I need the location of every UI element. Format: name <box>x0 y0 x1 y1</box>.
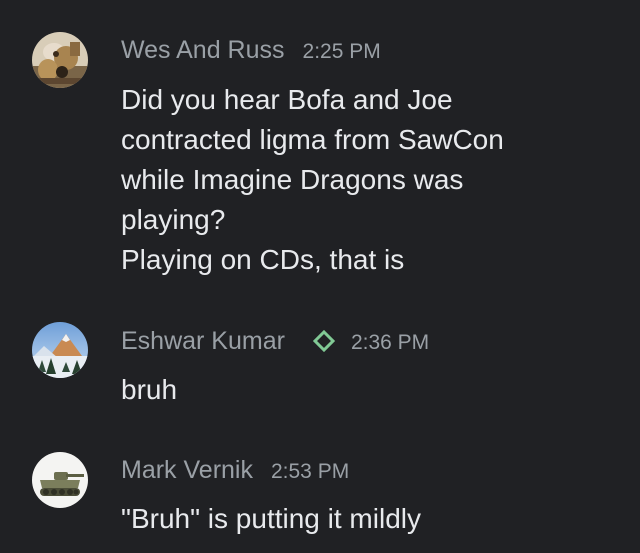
message-text: Did you hear Bofa and Joe contracted lig… <box>121 80 621 280</box>
avatar-image <box>32 32 88 88</box>
message-text: bruh <box>121 370 621 410</box>
message-text: "Bruh" is putting it mildly <box>121 499 621 539</box>
message-line: Playing on CDs, that is <box>121 244 405 275</box>
diamond-outline-icon <box>312 329 336 353</box>
message-line: bruh <box>121 374 178 405</box>
message-line: while Imagine Dragons was <box>121 164 464 195</box>
avatar[interactable] <box>32 452 88 508</box>
timestamp: 2:53 PM <box>270 460 350 483</box>
avatar[interactable] <box>32 322 88 378</box>
message-line: playing? <box>121 204 226 235</box>
sender-name[interactable]: Eshwar Kumar <box>121 327 285 356</box>
avatar-image <box>32 452 88 508</box>
timestamp: 2:25 PM <box>302 40 381 63</box>
sender-name[interactable]: Mark Vernik <box>121 456 253 485</box>
message-line: contracted ligma from SawCon <box>121 124 504 155</box>
message-header: Eshwar Kumar 2:36 PM <box>121 327 429 356</box>
message-line: "Bruh" is putting it mildly <box>121 503 421 534</box>
message-header: Mark Vernik 2:53 PM <box>121 456 349 485</box>
sender-name[interactable]: Wes And Russ <box>121 36 285 65</box>
avatar[interactable] <box>32 32 88 88</box>
timestamp: 2:36 PM <box>350 331 430 354</box>
message-line: Did you hear Bofa and Joe <box>121 84 453 115</box>
message-header: Wes And Russ 2:25 PM <box>121 36 381 65</box>
avatar-image <box>32 322 88 378</box>
